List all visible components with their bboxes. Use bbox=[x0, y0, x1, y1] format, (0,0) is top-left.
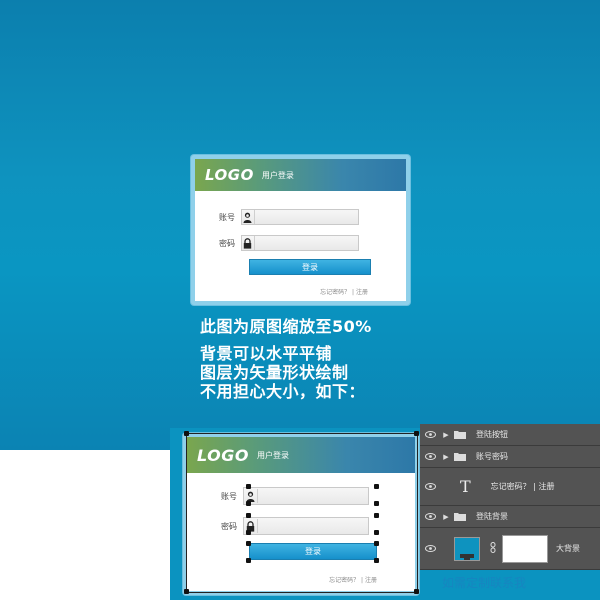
transform-handle[interactable] bbox=[184, 589, 189, 594]
eye-icon[interactable] bbox=[420, 453, 440, 460]
transform-handle[interactable] bbox=[414, 431, 419, 436]
dialog-title: 用户登录 bbox=[261, 170, 294, 180]
preview-logo: LOGO bbox=[197, 445, 249, 465]
layer-name: 登陆背景 bbox=[476, 512, 508, 521]
account-links: 忘记密码？ | 注册 bbox=[320, 287, 368, 296]
layer-row[interactable]: T 忘记密码？ | 注册 bbox=[420, 468, 600, 506]
eye-icon[interactable] bbox=[420, 431, 440, 438]
folder-icon bbox=[452, 452, 468, 461]
eye-icon[interactable] bbox=[420, 545, 440, 552]
preview-password-row: 密码 bbox=[211, 517, 369, 535]
login-dialog-preview: LOGO 用户登录 账号 密码 登录 忘记密码？ | 注册 bbox=[183, 433, 419, 595]
layer-name: 账号密码 bbox=[476, 452, 508, 461]
preview-register-link[interactable]: 注册 bbox=[365, 577, 377, 584]
layer-name: 大背景 bbox=[556, 544, 580, 553]
lock-icon bbox=[242, 236, 255, 250]
username-input[interactable] bbox=[254, 210, 358, 224]
preview-username-label: 账号 bbox=[221, 491, 237, 501]
text-layer-icon: T bbox=[460, 477, 471, 496]
caption-line-1: 此图为原图缩放至50% bbox=[200, 317, 372, 336]
contact-note: 如需定制联系我 bbox=[442, 576, 527, 590]
user-icon bbox=[242, 210, 255, 224]
transform-handle[interactable] bbox=[246, 558, 251, 563]
username-field[interactable] bbox=[241, 209, 359, 225]
expand-arrow-icon[interactable]: ▶ bbox=[440, 431, 452, 439]
preview-forgot-password-link[interactable]: 忘记密码？ bbox=[329, 577, 359, 584]
password-row: 密码 bbox=[209, 235, 359, 251]
transform-handle[interactable] bbox=[246, 513, 251, 518]
layer-mask-thumbnail[interactable] bbox=[502, 534, 548, 563]
caption-line-3: 图层为矢量形状绘制 bbox=[200, 363, 349, 382]
preview-username-row: 账号 bbox=[211, 487, 369, 505]
password-input[interactable] bbox=[254, 236, 358, 250]
username-label: 账号 bbox=[219, 212, 235, 222]
layer-row[interactable]: 大背景 bbox=[420, 528, 600, 570]
login-dialog: LOGO 用户登录 账号 密码 登录 忘记密码？ | 注册 bbox=[191, 155, 410, 305]
transform-handle[interactable] bbox=[374, 558, 379, 563]
transform-handle[interactable] bbox=[374, 530, 379, 535]
layer-row[interactable]: ▶ 账号密码 bbox=[420, 446, 600, 468]
preview-account-links: 忘记密码？ | 注册 bbox=[329, 575, 377, 584]
transform-handle[interactable] bbox=[374, 501, 379, 506]
logo: LOGO bbox=[205, 166, 254, 184]
register-link[interactable]: 注册 bbox=[356, 289, 368, 296]
layers-panel: ▶ 登陆按钮 ▶ 账号密码 T 忘记密码？ | 注册 ▶ 登陆背景 大背景 bbox=[420, 424, 600, 570]
preview-username-field[interactable] bbox=[243, 487, 369, 505]
preview-login-button[interactable]: 登录 bbox=[249, 543, 377, 560]
preview-header: LOGO 用户登录 bbox=[187, 437, 415, 473]
expand-arrow-icon[interactable]: ▶ bbox=[440, 453, 452, 461]
caption-line-4: 不用担心大小，如下： bbox=[200, 382, 366, 401]
layer-name: 登陆按钮 bbox=[476, 430, 508, 439]
transform-handle[interactable] bbox=[246, 541, 251, 546]
username-row: 账号 bbox=[209, 209, 359, 225]
expand-arrow-icon[interactable]: ▶ bbox=[440, 513, 452, 521]
layer-row[interactable]: ▶ 登陆按钮 bbox=[420, 424, 600, 446]
caption-line-2: 背景可以水平平铺 bbox=[200, 344, 333, 363]
folder-icon bbox=[452, 512, 468, 521]
password-field[interactable] bbox=[241, 235, 359, 251]
layer-row[interactable]: ▶ 登陆背景 bbox=[420, 506, 600, 528]
forgot-password-link[interactable]: 忘记密码？ bbox=[320, 289, 350, 296]
preview-title: 用户登录 bbox=[256, 450, 289, 460]
transform-handle[interactable] bbox=[374, 513, 379, 518]
password-label: 密码 bbox=[219, 238, 235, 248]
transform-handle[interactable] bbox=[184, 431, 189, 436]
layer-name: 忘记密码？ | 注册 bbox=[490, 482, 555, 491]
transform-handle[interactable] bbox=[374, 541, 379, 546]
preview-password-label: 密码 bbox=[221, 521, 237, 531]
preview-password-field[interactable] bbox=[243, 517, 369, 535]
transform-handle[interactable] bbox=[374, 484, 379, 489]
layer-thumbnail bbox=[454, 536, 480, 561]
transform-handle[interactable] bbox=[414, 589, 419, 594]
link-chain-icon[interactable] bbox=[490, 542, 496, 555]
transform-handle[interactable] bbox=[246, 530, 251, 535]
transform-handle[interactable] bbox=[246, 484, 251, 489]
login-button[interactable]: 登录 bbox=[249, 259, 371, 275]
transform-handle[interactable] bbox=[246, 501, 251, 506]
dialog-header: LOGO 用户登录 bbox=[195, 159, 406, 191]
folder-icon bbox=[452, 430, 468, 439]
eye-icon[interactable] bbox=[420, 513, 440, 520]
eye-icon[interactable] bbox=[420, 483, 440, 490]
